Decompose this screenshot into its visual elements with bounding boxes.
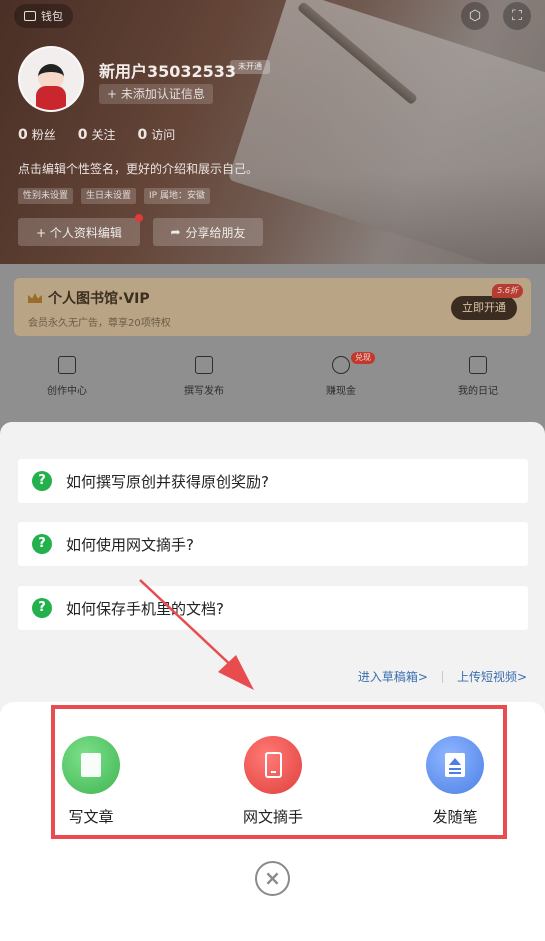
wallet-icon <box>24 11 36 21</box>
creation-center-button[interactable]: 创作中心 <box>22 356 112 397</box>
publish-actions-panel: 写文章 网文摘手 发随笔 × <box>0 702 545 941</box>
publish-bottom-sheet: ? 如何撰写原创并获得原创奖励? ? 如何使用网文摘手? ? 如何保存手机里的文… <box>0 422 545 941</box>
question-icon: ? <box>32 534 52 554</box>
username: 新用户35032533 <box>99 62 237 81</box>
question-icon: ? <box>32 471 52 491</box>
profile-tags: 性别未设置 生日未设置 IP 属地：安徽 <box>18 188 210 204</box>
chart-icon <box>58 356 76 374</box>
faq-item-save-documents[interactable]: ? 如何保存手机里的文档? <box>18 586 528 630</box>
diary-icon <box>469 356 487 374</box>
edit-icon <box>195 356 213 374</box>
drafts-link[interactable]: 进入草稿箱> <box>358 668 428 685</box>
notification-dot <box>135 214 143 222</box>
discount-badge: 5.6折 <box>492 284 523 298</box>
avatar[interactable] <box>18 46 84 112</box>
stat-visits[interactable]: 0 访问 <box>138 126 176 143</box>
upload-video-link[interactable]: 上传短视频> <box>457 668 527 685</box>
write-publish-button[interactable]: 撰写发布 <box>159 356 249 397</box>
share-icon: ➦ <box>170 225 181 239</box>
stat-following[interactable]: 0 关注 <box>78 126 116 143</box>
tag-birthday: 生日未设置 <box>81 188 137 204</box>
write-article-button[interactable]: 写文章 <box>41 736 141 827</box>
bio-text[interactable]: 点击编辑个性签名，更好的介绍和展示自己。 <box>18 160 258 177</box>
faq-item-web-clipper[interactable]: ? 如何使用网文摘手? <box>18 522 528 566</box>
document-icon <box>81 753 101 777</box>
scan-icon[interactable]: ⛶ <box>503 2 531 30</box>
vip-open-button[interactable]: 立即开通 <box>451 296 517 320</box>
phone-icon <box>264 752 282 778</box>
web-clipper-button[interactable]: 网文摘手 <box>223 736 323 827</box>
profile-header: 钱包 ⬡ ⛶ 新用户35032533 未开通 + 未添加认证信息 0 粉丝 0 关注… <box>0 0 545 264</box>
crown-icon <box>28 293 42 303</box>
vip-status-badge: 未开通 <box>230 60 270 74</box>
close-button[interactable]: × <box>255 861 290 896</box>
add-certification-button[interactable]: + 未添加认证信息 <box>99 84 213 104</box>
cash-badge: 兑现 <box>351 352 375 364</box>
settings-icon[interactable]: ⬡ <box>461 2 489 30</box>
yuan-icon <box>332 356 350 374</box>
earn-cash-button[interactable]: 赚现金 兑现 <box>296 352 386 397</box>
stat-fans[interactable]: 0 粉丝 <box>18 126 56 143</box>
note-icon <box>445 753 465 777</box>
question-icon: ? <box>32 598 52 618</box>
divider <box>441 670 443 683</box>
faq-item-original-reward[interactable]: ? 如何撰写原创并获得原创奖励? <box>18 459 528 503</box>
wallet-label: 钱包 <box>41 10 63 23</box>
tag-gender: 性别未设置 <box>18 188 74 204</box>
post-essay-button[interactable]: 发随笔 <box>405 736 505 827</box>
vip-title: 个人图书馆·VIP <box>48 291 150 307</box>
edit-profile-button[interactable]: + 个人资料编辑 <box>18 214 143 246</box>
share-button[interactable]: ➦ 分享给朋友 <box>153 218 263 246</box>
profile-stats: 0 粉丝 0 关注 0 访问 <box>18 126 175 143</box>
sheet-links: 进入草稿箱> 上传短视频> <box>358 668 527 685</box>
vip-card[interactable]: 个人图书馆·VIP 会员永久无广告，尊享20项特权 立即开通 5.6折 <box>14 278 531 336</box>
vip-subtitle: 会员永久无广告，尊享20项特权 <box>28 318 171 329</box>
my-diary-button[interactable]: 我的日记 <box>433 356 523 397</box>
tag-ip-location: IP 属地：安徽 <box>144 188 210 204</box>
wallet-button[interactable]: 钱包 <box>14 4 73 28</box>
